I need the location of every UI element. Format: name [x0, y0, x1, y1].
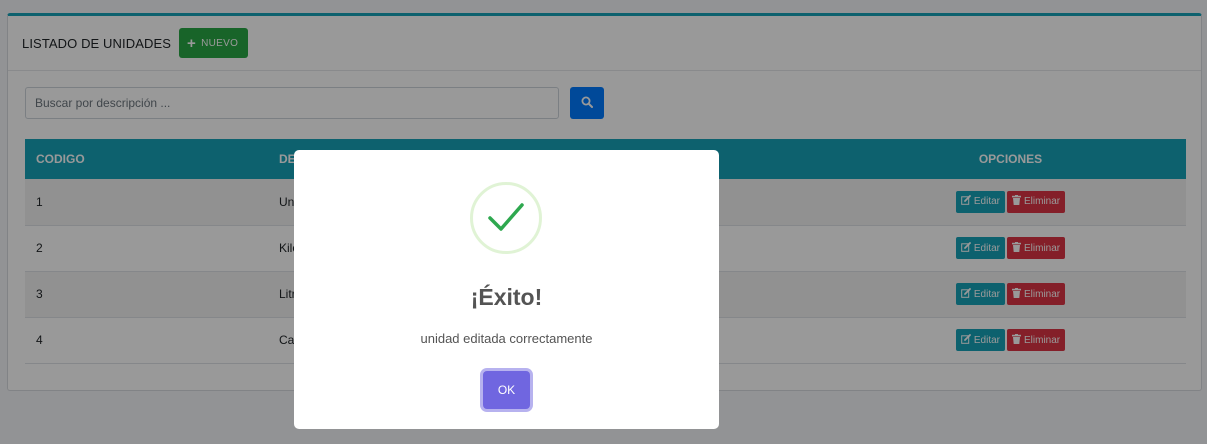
ok-button[interactable]: OK — [483, 371, 530, 409]
success-dialog: ¡Éxito! unidad editada correctamente OK — [294, 150, 719, 429]
success-check-icon — [470, 182, 542, 254]
dialog-message: unidad editada correctamente — [420, 331, 593, 346]
dialog-title: ¡Éxito! — [470, 284, 543, 310]
